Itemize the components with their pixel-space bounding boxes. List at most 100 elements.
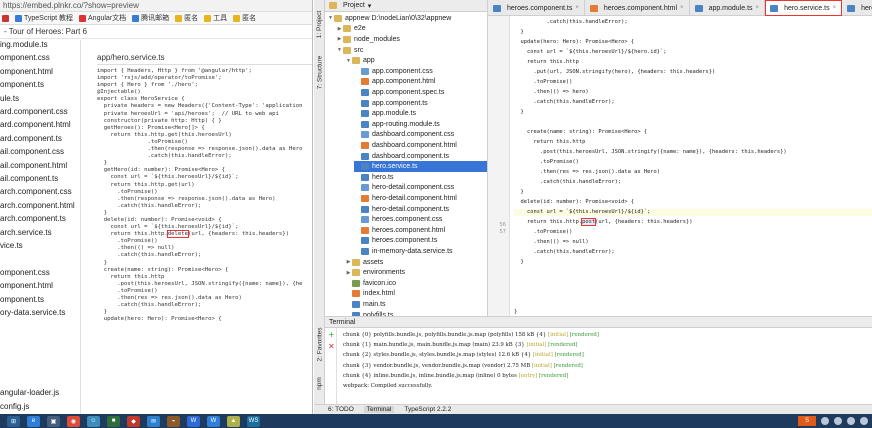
tree-item[interactable]: ▶ assets xyxy=(345,257,383,268)
tree-item[interactable]: ▼ src xyxy=(336,45,363,56)
file-list-item[interactable]: arch.component.ts xyxy=(0,214,66,223)
tree-item[interactable]: hero.ts xyxy=(354,172,393,183)
taskbar-app-icon[interactable]: ✉ xyxy=(147,415,160,427)
bottom-tool-tab[interactable]: 6: TODO xyxy=(328,406,354,413)
file-list-item[interactable]: omponent.html xyxy=(0,281,53,290)
chevron-down-icon[interactable]: ▾ xyxy=(368,2,372,10)
chevron-down-icon[interactable]: ▼ xyxy=(327,15,334,21)
taskbar-app-icon[interactable]: ⊞ xyxy=(7,415,20,427)
file-list-item[interactable]: ail.component.ts xyxy=(0,174,58,183)
file-list-item[interactable]: ard.component.css xyxy=(0,107,68,116)
tool-tab[interactable]: 2: Favorites xyxy=(314,322,325,366)
file-list-item[interactable]: ing.module.ts xyxy=(0,40,48,49)
editor-tab[interactable]: heroes.component.ts × xyxy=(488,0,585,16)
tree-item[interactable]: dashboard.component.ts xyxy=(354,151,449,162)
terminal-output[interactable]: chunk {0} polyfills.bundle.js, polyfills… xyxy=(343,330,599,391)
tree-item[interactable]: hero-detail.component.css xyxy=(354,183,454,194)
tree-item[interactable]: heroes.component.ts xyxy=(354,236,437,247)
file-list-item[interactable]: angular-loader.js xyxy=(0,388,59,397)
tree-item[interactable]: in-memory-data.service.ts xyxy=(354,246,453,257)
taskbar-app-icon[interactable]: W xyxy=(207,415,220,427)
editor-tab[interactable]: hero.ts× xyxy=(842,0,872,16)
close-icon[interactable]: × xyxy=(833,5,837,11)
editor-tab[interactable]: hero.service.ts × xyxy=(765,0,843,16)
bottom-tool-tab[interactable]: TypeScript 2.2.2 xyxy=(404,406,451,413)
tree-item[interactable]: ▼ appnew D:\nodeLian\0\32\appnew xyxy=(327,13,451,24)
taskbar-app-icon[interactable]: ◒ xyxy=(167,415,180,427)
chevron-down-icon[interactable]: ▼ xyxy=(336,47,343,53)
close-icon[interactable]: × xyxy=(575,5,579,11)
file-list-item[interactable]: ail.component.html xyxy=(0,161,67,170)
taskbar-app-icon[interactable]: ▣ xyxy=(47,415,60,427)
tree-item[interactable]: ▶ environments xyxy=(345,267,405,278)
chevron-right-icon[interactable]: ▶ xyxy=(345,259,352,265)
chevron-right-icon[interactable]: ▶ xyxy=(336,26,343,32)
tree-item[interactable]: favicon.ico xyxy=(345,278,396,289)
bookmark-item[interactable]: 腾讯邮箱 xyxy=(132,13,169,23)
file-list-item[interactable]: ard.component.html xyxy=(0,120,71,129)
tree-item[interactable]: app.module.ts xyxy=(354,108,416,119)
close-icon[interactable]: × xyxy=(756,5,760,11)
tool-tab[interactable]: 7: Structure xyxy=(314,52,325,92)
notification-icon[interactable] xyxy=(860,417,868,425)
tree-item[interactable]: app-routing.module.ts xyxy=(354,119,440,130)
tree-item[interactable]: ▼ app xyxy=(345,55,375,66)
chevron-right-icon[interactable]: ▶ xyxy=(345,270,352,276)
chevron-right-icon[interactable]: ▶ xyxy=(336,36,343,42)
file-list-item[interactable]: ory-data.service.ts xyxy=(0,308,65,317)
code-editor[interactable]: .catch(this.handleError); } update(hero:… xyxy=(514,16,872,316)
file-list-item[interactable]: ard.component.ts xyxy=(0,134,62,143)
file-list-item[interactable]: omponent.css xyxy=(0,268,50,277)
file-list-item[interactable]: config.js xyxy=(0,402,29,411)
tool-tab[interactable]: npm xyxy=(314,370,325,396)
tree-item[interactable]: hero-detail.component.ts xyxy=(354,204,449,215)
chevron-down-icon[interactable]: ▼ xyxy=(345,58,352,64)
tree-item[interactable]: dashboard.component.css xyxy=(354,130,454,141)
file-list-item[interactable]: omponent.ts xyxy=(0,295,44,304)
tool-tab[interactable]: 1: Project xyxy=(314,2,325,46)
file-list-item[interactable]: arch.service.ts xyxy=(0,228,52,237)
url-text[interactable]: https://embed.plnkr.co/?show=preview xyxy=(3,1,139,10)
tree-item[interactable]: app.component.spec.ts xyxy=(354,87,444,98)
tree-item[interactable]: hero.service.ts xyxy=(354,161,487,172)
close-terminal-icon[interactable]: ✕ xyxy=(328,342,335,351)
bookmark-item[interactable]: TypeScript 教程 xyxy=(15,13,73,23)
tree-item[interactable]: ▶ node_modules xyxy=(336,34,400,45)
add-terminal-icon[interactable]: + xyxy=(328,330,335,339)
volume-icon[interactable] xyxy=(821,417,829,425)
project-panel-header[interactable]: Project ▾ xyxy=(325,0,487,12)
network-icon[interactable] xyxy=(834,417,842,425)
taskbar-app-icon[interactable]: W xyxy=(187,415,200,427)
input-method-icon[interactable]: S xyxy=(798,416,816,426)
file-list-item[interactable]: arch.component.css xyxy=(0,187,72,196)
taskbar-app-icon[interactable]: ■ xyxy=(107,415,120,427)
tree-item[interactable]: app.component.ts xyxy=(354,98,428,109)
tree-item[interactable]: app.component.html xyxy=(354,77,435,88)
taskbar-app-icon[interactable]: ◉ xyxy=(67,415,80,427)
bottom-tool-tab[interactable]: Terminal xyxy=(363,406,395,413)
file-list-item[interactable]: omponent.css xyxy=(0,53,50,62)
file-list-item[interactable]: ail.component.css xyxy=(0,147,64,156)
tree-item[interactable]: app.component.css xyxy=(354,66,433,77)
editor-tab[interactable]: app.module.ts × xyxy=(690,0,766,16)
taskbar-app-icon[interactable]: WS xyxy=(247,415,260,427)
tree-item[interactable]: ▶ e2e xyxy=(336,24,366,35)
file-list-item[interactable]: arch.component.html xyxy=(0,201,75,210)
editor-tab[interactable]: heroes.component.html × xyxy=(585,0,690,16)
taskbar-app-icon[interactable]: ▲ xyxy=(227,415,240,427)
bookmark-item[interactable]: 工具 xyxy=(204,13,227,23)
tree-item[interactable]: main.ts xyxy=(345,299,386,310)
file-list-item[interactable]: omponent.html xyxy=(0,67,53,76)
battery-icon[interactable] xyxy=(847,417,855,425)
bookmark-item[interactable] xyxy=(2,14,9,22)
bookmark-item[interactable]: 匿名 xyxy=(233,13,256,23)
tree-item[interactable]: heroes.component.html xyxy=(354,225,445,236)
taskbar-app-icon[interactable]: ☺ xyxy=(87,415,100,427)
bookmark-item[interactable]: 匿名 xyxy=(175,13,198,23)
tree-item[interactable]: dashboard.component.html xyxy=(354,140,457,151)
bookmark-item[interactable]: Angular文档 xyxy=(79,13,126,23)
tree-item[interactable]: hero-detail.component.html xyxy=(354,193,457,204)
close-icon[interactable]: × xyxy=(680,5,684,11)
taskbar-app-icon[interactable]: e xyxy=(27,415,40,427)
taskbar-app-icon[interactable]: ◆ xyxy=(127,415,140,427)
